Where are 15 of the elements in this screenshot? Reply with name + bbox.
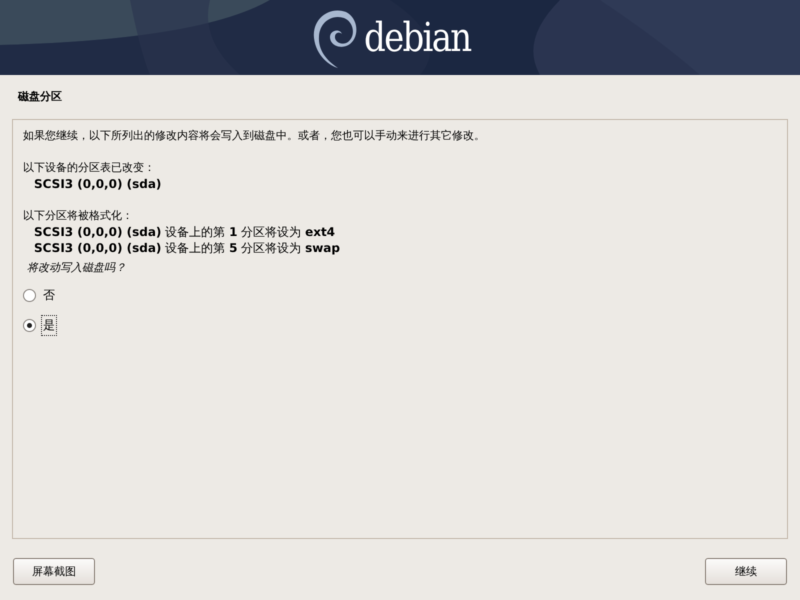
option-label[interactable]: 否 — [42, 286, 56, 304]
question-text: 将改动写入磁盘吗？ — [27, 260, 127, 276]
section-item: SCSI3 (0,0,0) (sda) 设备上的第 1 分区将设为 ext4 — [33, 224, 336, 240]
section-heading: 以下分区将被格式化： — [23, 208, 134, 224]
radio-button[interactable] — [23, 318, 36, 332]
section-item: SCSI3 (0,0,0) (sda) — [33, 176, 162, 192]
section-item: SCSI3 (0,0,0) (sda) 设备上的第 5 分区将设为 swap — [33, 240, 341, 256]
option-label[interactable]: 是 — [42, 316, 56, 334]
continue-button[interactable]: 继续 — [705, 558, 787, 585]
intro-text: 如果您继续，以下所列出的修改内容将会写入到磁盘中。或者，您也可以手动来进行其它修改。 — [23, 128, 486, 144]
debian-logo-text: debian — [364, 18, 471, 58]
radio-button[interactable] — [23, 288, 36, 302]
page-title: 磁盘分区 — [16, 89, 63, 105]
section-heading: 以下设备的分区表已改变： — [23, 160, 156, 176]
screenshot-button[interactable]: 屏幕截图 — [13, 558, 95, 585]
